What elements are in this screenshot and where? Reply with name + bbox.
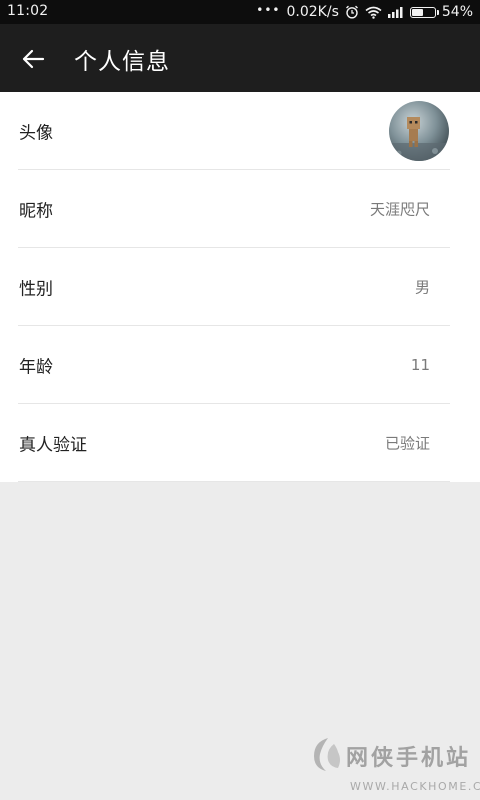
row-nickname[interactable]: 昵称 天涯咫尺 [0, 170, 480, 248]
hackhome-logo-icon [314, 738, 340, 771]
back-button[interactable] [18, 44, 48, 74]
page-title: 个人信息 [74, 49, 170, 75]
avatar[interactable] [389, 101, 449, 161]
row-label: 年龄 [19, 357, 53, 378]
watermark: 网侠手机站 WWW.HACKHOME.COM [308, 734, 480, 798]
signal-icon [387, 6, 404, 18]
status-right-group: ••• 0.02K/s 54% [256, 0, 473, 24]
row-value: 男 [414, 278, 430, 297]
divider [18, 481, 450, 482]
status-time: 11:02 [7, 3, 49, 19]
row-value: 11 [410, 356, 430, 374]
row-label: 昵称 [19, 201, 53, 222]
net-speed: 0.02K/s [286, 4, 339, 20]
wifi-icon [365, 6, 382, 19]
watermark-url: WWW.HACKHOME.COM [350, 780, 480, 793]
battery-percent: 54% [441, 4, 473, 20]
row-age[interactable]: 年龄 11 [0, 326, 480, 404]
row-value: 已验证 [384, 434, 430, 453]
title-bar: 个人信息 [0, 24, 480, 92]
arrow-left-icon [22, 49, 45, 69]
row-label: 头像 [19, 123, 53, 144]
battery-level-fill [411, 8, 423, 16]
row-gender[interactable]: 性别 男 [0, 248, 480, 326]
row-label: 真人验证 [19, 435, 87, 456]
profile-list: 头像 昵称 天涯咫尺 性别 男 年龄 11 真人验证 已验证 [0, 92, 480, 482]
row-avatar[interactable]: 头像 [0, 92, 480, 170]
status-bar: 11:02 ••• 0.02K/s 54% [0, 0, 480, 24]
row-verification[interactable]: 真人验证 已验证 [0, 404, 480, 482]
battery-icon [409, 6, 439, 18]
row-label: 性别 [19, 279, 53, 300]
watermark-name: 网侠手机站 [346, 746, 472, 771]
more-dots-icon: ••• [256, 3, 281, 17]
row-value: 天涯咫尺 [369, 200, 430, 219]
alarm-icon [345, 5, 359, 19]
